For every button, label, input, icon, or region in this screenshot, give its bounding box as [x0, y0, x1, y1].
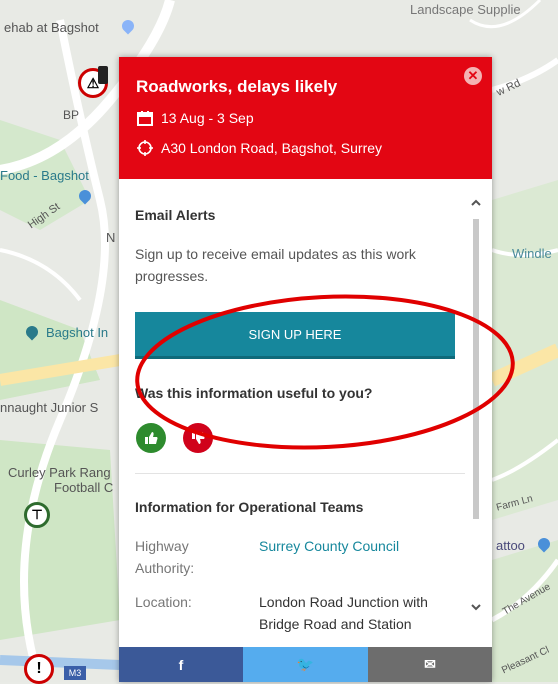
popup-title: Roadworks, delays likely: [136, 77, 338, 96]
thumbs-up-icon: [145, 432, 158, 444]
location-label: Location:: [135, 594, 192, 610]
email-alerts-text: Sign up to receive email updates as this…: [135, 246, 416, 284]
sign-up-button[interactable]: SIGN UP HERE: [135, 312, 455, 356]
location-value: London Road Junction with Bridge Road an…: [259, 594, 428, 632]
feedback-question: Was this information useful to you?: [135, 385, 373, 401]
map-label: Windle: [512, 246, 552, 261]
popup-body[interactable]: Email Alerts Sign up to receive email up…: [119, 179, 492, 647]
scrollbar[interactable]: [470, 197, 482, 637]
operational-title: Information for Operational Teams: [135, 499, 364, 515]
map-label: Food - Bagshot: [0, 168, 89, 183]
map-label: Bagshot In: [46, 325, 109, 340]
roadworks-popup: Roadworks, delays likely ✕ 13 Aug - 3 Se…: [119, 57, 492, 682]
crosshair-icon: [137, 140, 153, 156]
date-range: 13 Aug - 3 Sep: [161, 110, 254, 126]
map-label: N: [106, 230, 116, 245]
highway-authority-label: Highway Authority:: [135, 538, 195, 576]
share-bar: f 🐦 ✉: [119, 647, 492, 682]
map-label: Landscape Supplie: [410, 2, 521, 17]
thumbs-down-button[interactable]: [183, 423, 213, 453]
traffic-light-icon: [98, 66, 108, 84]
close-icon[interactable]: ✕: [464, 67, 482, 85]
utility-marker-icon[interactable]: ⊤: [24, 502, 50, 528]
location-text: A30 London Road, Bagshot, Surrey: [161, 140, 383, 156]
thumbs-down-icon: [192, 432, 205, 444]
map-label: Football C: [54, 480, 114, 495]
warning-marker-icon[interactable]: !: [24, 654, 54, 684]
map-label: attoo: [496, 538, 525, 553]
map-label: BP: [63, 108, 80, 122]
date-row: 13 Aug - 3 Sep: [136, 109, 254, 127]
calendar-icon: [137, 111, 153, 126]
thumbs-up-button[interactable]: [136, 423, 166, 453]
scrollbar-thumb[interactable]: [473, 219, 479, 519]
highway-authority-link[interactable]: Surrey County Council: [259, 535, 459, 557]
map-label: ehab at Bagshot: [4, 20, 99, 35]
map-label: Curley Park Rang: [8, 465, 111, 480]
email-alerts-title: Email Alerts: [135, 207, 216, 223]
facebook-share-button[interactable]: f: [119, 647, 243, 682]
location-row: A30 London Road, Bagshot, Surrey: [136, 139, 382, 157]
email-share-button[interactable]: ✉: [368, 647, 492, 682]
scroll-up-icon[interactable]: [470, 197, 482, 209]
motorway-badge: M3: [64, 666, 86, 680]
twitter-share-button[interactable]: 🐦: [243, 647, 368, 682]
map-label: nnaught Junior S: [0, 400, 99, 415]
section-divider: [135, 473, 465, 474]
popup-header: Roadworks, delays likely ✕ 13 Aug - 3 Se…: [119, 57, 492, 179]
scroll-down-icon[interactable]: [470, 601, 482, 613]
